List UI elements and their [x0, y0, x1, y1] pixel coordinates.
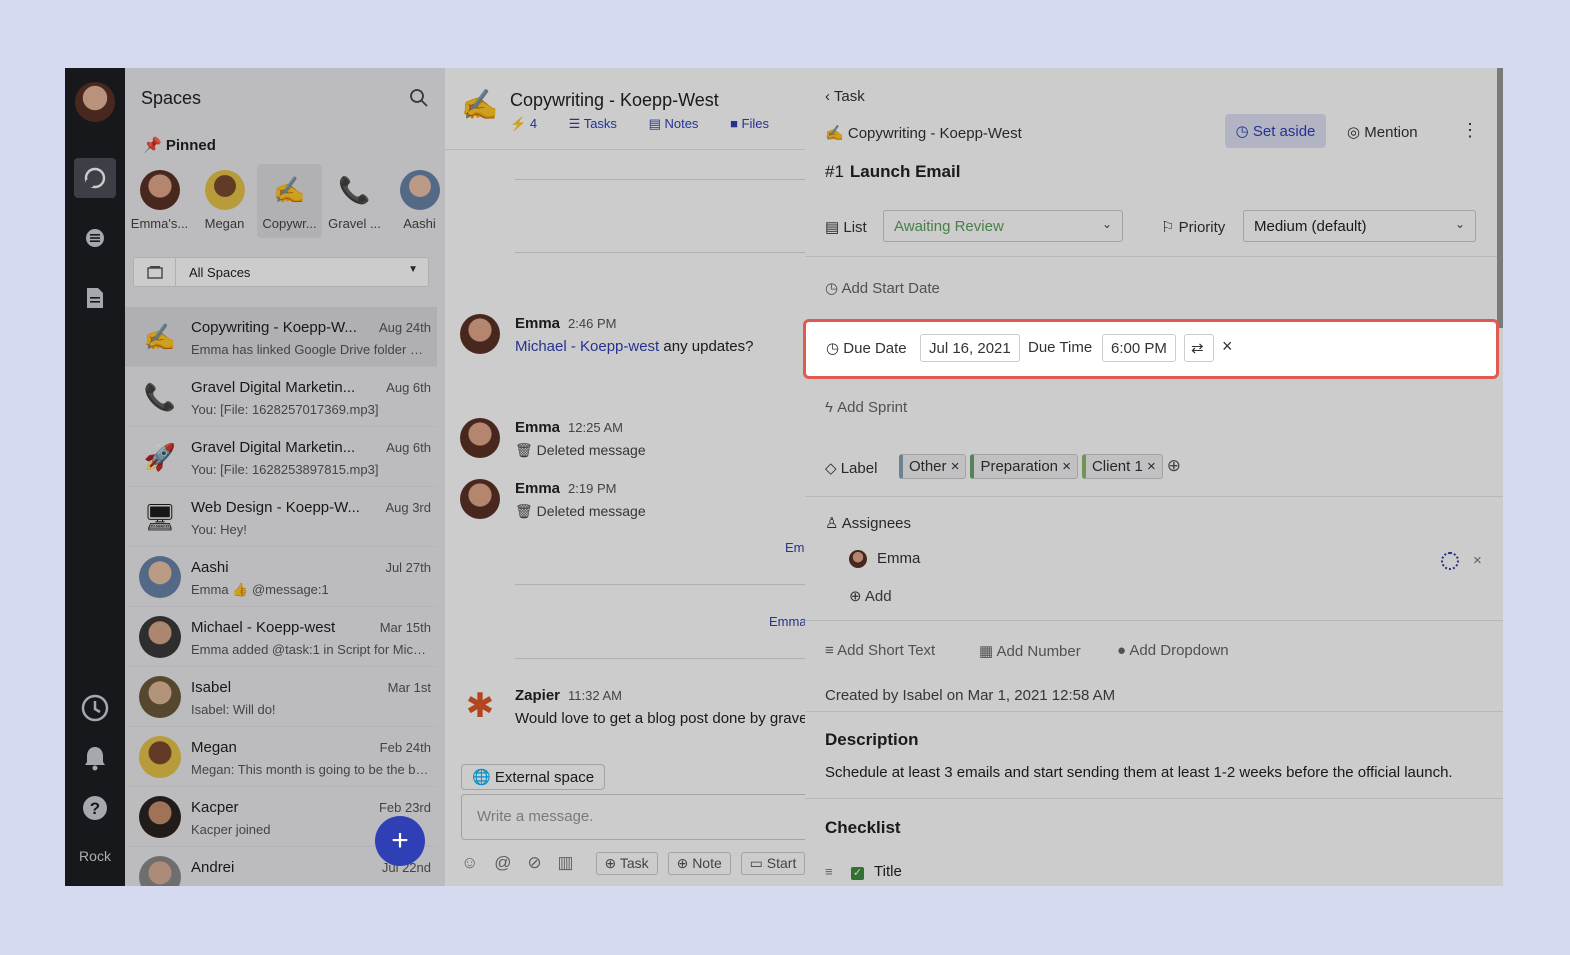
dim-overlay[interactable]: [65, 68, 805, 886]
add-button[interactable]: +: [375, 816, 425, 866]
app-window: ? Rock Spaces 📌 Pinned Emma's... Megan ✍…: [65, 68, 1503, 886]
dim-overlay: [805, 68, 1503, 886]
